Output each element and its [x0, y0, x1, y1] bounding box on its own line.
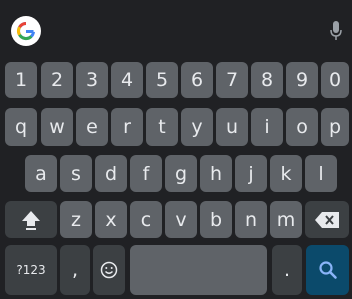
key-b[interactable]: b: [200, 201, 232, 238]
key-e[interactable]: e: [76, 108, 108, 146]
key-j[interactable]: j: [235, 155, 267, 192]
emoji-icon: [100, 261, 118, 279]
google-g-icon: [17, 22, 35, 40]
key-label: l: [318, 162, 324, 185]
key-label: 7: [225, 69, 239, 91]
key-label: 1: [14, 69, 28, 91]
key-label: .: [283, 259, 291, 281]
search-key[interactable]: [306, 245, 349, 295]
key-n[interactable]: n: [235, 201, 267, 238]
shift-key[interactable]: [5, 201, 57, 238]
search-icon: [318, 261, 337, 279]
emoji-key[interactable]: [93, 245, 125, 295]
key-q[interactable]: q: [5, 108, 37, 146]
key-h[interactable]: h: [200, 155, 232, 192]
key-label: y: [191, 116, 203, 138]
key-label: i: [264, 116, 270, 138]
key-label: 2: [50, 69, 64, 91]
key-f[interactable]: f: [130, 155, 162, 192]
key-5[interactable]: 5: [146, 62, 178, 98]
spacebar[interactable]: [130, 245, 267, 295]
key-label: 0: [328, 69, 342, 91]
symbols-key[interactable]: ?123: [5, 245, 57, 295]
key-label: 5: [155, 69, 169, 91]
key-label: s: [71, 162, 81, 185]
keyboard-toolbar: [0, 0, 352, 56]
key-7[interactable]: 7: [216, 62, 248, 98]
key-label: 8: [260, 69, 274, 91]
key-p[interactable]: p: [321, 108, 349, 146]
key-label: a: [35, 162, 47, 185]
key-label: r: [123, 116, 131, 138]
key-k[interactable]: k: [270, 155, 302, 192]
key-t[interactable]: t: [146, 108, 178, 146]
google-search-button[interactable]: [11, 16, 41, 46]
key-r[interactable]: r: [111, 108, 143, 146]
period-key[interactable]: .: [272, 245, 302, 295]
key-y[interactable]: y: [181, 108, 213, 146]
key-label: c: [140, 208, 152, 231]
key-label: u: [225, 116, 239, 138]
key-g[interactable]: g: [165, 155, 197, 192]
key-label: g: [174, 162, 188, 185]
key-label: 6: [190, 69, 204, 91]
comma-key[interactable]: ,: [60, 245, 90, 295]
key-label: m: [276, 208, 296, 231]
key-c[interactable]: c: [130, 201, 162, 238]
key-s[interactable]: s: [60, 155, 92, 192]
key-label: p: [328, 116, 342, 138]
key-label: ,: [71, 259, 79, 281]
key-label: t: [158, 116, 166, 138]
key-label: o: [296, 116, 308, 138]
key-i[interactable]: i: [251, 108, 283, 146]
key-4[interactable]: 4: [111, 62, 143, 98]
key-label: q: [14, 116, 28, 138]
key-label: j: [248, 162, 254, 185]
key-w[interactable]: w: [41, 108, 73, 146]
backspace-key[interactable]: [305, 201, 349, 238]
key-2[interactable]: 2: [41, 62, 73, 98]
key-label: e: [86, 116, 98, 138]
key-label: ?123: [16, 263, 46, 277]
key-6[interactable]: 6: [181, 62, 213, 98]
key-label: w: [49, 116, 65, 138]
backspace-icon: [315, 211, 339, 228]
key-label: x: [105, 208, 117, 231]
key-label: n: [244, 208, 258, 231]
shift-icon: [22, 210, 40, 230]
key-8[interactable]: 8: [251, 62, 283, 98]
key-label: z: [71, 208, 81, 231]
key-0[interactable]: 0: [321, 62, 349, 98]
key-u[interactable]: u: [216, 108, 248, 146]
key-l[interactable]: l: [305, 155, 337, 192]
key-label: 3: [85, 69, 99, 91]
mic-icon[interactable]: [330, 21, 342, 41]
key-v[interactable]: v: [165, 201, 197, 238]
key-label: v: [175, 208, 187, 231]
key-9[interactable]: 9: [286, 62, 318, 98]
key-label: k: [280, 162, 292, 185]
key-label: d: [104, 162, 118, 185]
key-a[interactable]: a: [25, 155, 57, 192]
key-label: h: [209, 162, 223, 185]
key-label: 4: [120, 69, 134, 91]
key-o[interactable]: o: [286, 108, 318, 146]
key-label: f: [142, 162, 150, 185]
key-1[interactable]: 1: [5, 62, 37, 98]
key-label: 9: [295, 69, 309, 91]
key-3[interactable]: 3: [76, 62, 108, 98]
key-z[interactable]: z: [60, 201, 92, 238]
key-x[interactable]: x: [95, 201, 127, 238]
key-d[interactable]: d: [95, 155, 127, 192]
key-label: b: [209, 208, 223, 231]
key-m[interactable]: m: [270, 201, 302, 238]
